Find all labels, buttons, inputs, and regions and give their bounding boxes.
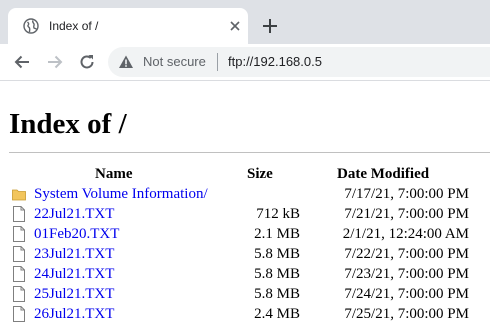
new-tab-icon[interactable]: [259, 15, 281, 37]
file-date: 7/23/21, 7:00:00 PM: [344, 266, 469, 282]
file-date: 7/25/21, 7:00:00 PM: [344, 306, 469, 322]
list-item: 22Jul21.TXT 712 kB 7/21/21, 7:00:00 PM: [0, 204, 490, 224]
file-icon: [13, 266, 25, 282]
file-size: 2.1 MB: [254, 226, 300, 242]
reload-icon[interactable]: [77, 52, 97, 72]
list-item: 25Jul21.TXT 5.8 MB 7/24/21, 7:00:00 PM: [0, 284, 490, 304]
address-divider: [217, 53, 218, 71]
list-item: System Volume Information/7/17/21, 7:00:…: [0, 184, 490, 204]
file-size: 5.8 MB: [254, 246, 300, 262]
file-link[interactable]: 25Jul21.TXT: [34, 285, 114, 303]
file-icon: [13, 306, 25, 322]
warning-icon[interactable]: [118, 54, 134, 70]
column-header-name[interactable]: Name: [95, 165, 133, 183]
file-date: 7/21/21, 7:00:00 PM: [344, 206, 469, 222]
column-header-date[interactable]: Date Modified: [337, 165, 429, 183]
file-link[interactable]: System Volume Information/: [34, 185, 208, 203]
folder-icon: [12, 189, 26, 201]
file-size: 712 kB: [256, 206, 300, 222]
list-item: 24Jul21.TXT 5.8 MB 7/23/21, 7:00:00 PM: [0, 264, 490, 284]
file-date: 2/1/21, 12:24:00 AM: [342, 226, 469, 242]
file-date: 7/22/21, 7:00:00 PM: [344, 246, 469, 262]
column-header-size[interactable]: Size: [247, 165, 273, 183]
file-link[interactable]: 26Jul21.TXT: [34, 305, 114, 323]
list-item: 26Jul21.TXT 2.4 MB 7/25/21, 7:00:00 PM: [0, 304, 490, 324]
file-icon: [13, 206, 25, 222]
file-link[interactable]: 22Jul21.TXT: [34, 205, 114, 223]
tab-index[interactable]: Index of /: [8, 8, 248, 44]
file-size: 5.8 MB: [254, 266, 300, 282]
security-label[interactable]: Not secure: [143, 54, 206, 70]
file-icon: [13, 286, 25, 302]
toolbar: Not secure ftp://192.168.0.5: [0, 44, 490, 81]
url-text[interactable]: ftp://192.168.0.5: [228, 54, 322, 70]
address-bar[interactable]: Not secure ftp://192.168.0.5: [108, 47, 490, 77]
file-date: 7/17/21, 7:00:00 PM: [344, 186, 469, 202]
globe-icon: [23, 18, 39, 34]
page-title: Index of /: [9, 108, 127, 140]
forward-arrow-icon[interactable]: [45, 52, 65, 72]
file-size: 5.8 MB: [254, 286, 300, 302]
file-link[interactable]: 23Jul21.TXT: [34, 245, 114, 263]
file-link[interactable]: 24Jul21.TXT: [34, 265, 114, 283]
list-item: 23Jul21.TXT 5.8 MB 7/22/21, 7:00:00 PM: [0, 244, 490, 264]
divider: [9, 152, 490, 153]
tab-title: Index of /: [49, 19, 99, 33]
list-item: 01Feb20.TXT 2.1 MB 2/1/21, 12:24:00 AM: [0, 224, 490, 244]
file-date: 7/24/21, 7:00:00 PM: [344, 286, 469, 302]
file-size: 2.4 MB: [254, 306, 300, 322]
tab-strip: Index of /: [0, 0, 490, 44]
file-icon: [13, 246, 25, 262]
file-icon: [13, 226, 25, 242]
close-icon[interactable]: [227, 18, 243, 34]
page-content: Index of / Name Size Date Modified Syste…: [0, 81, 490, 326]
file-link[interactable]: 01Feb20.TXT: [34, 225, 119, 243]
back-arrow-icon[interactable]: [12, 52, 32, 72]
